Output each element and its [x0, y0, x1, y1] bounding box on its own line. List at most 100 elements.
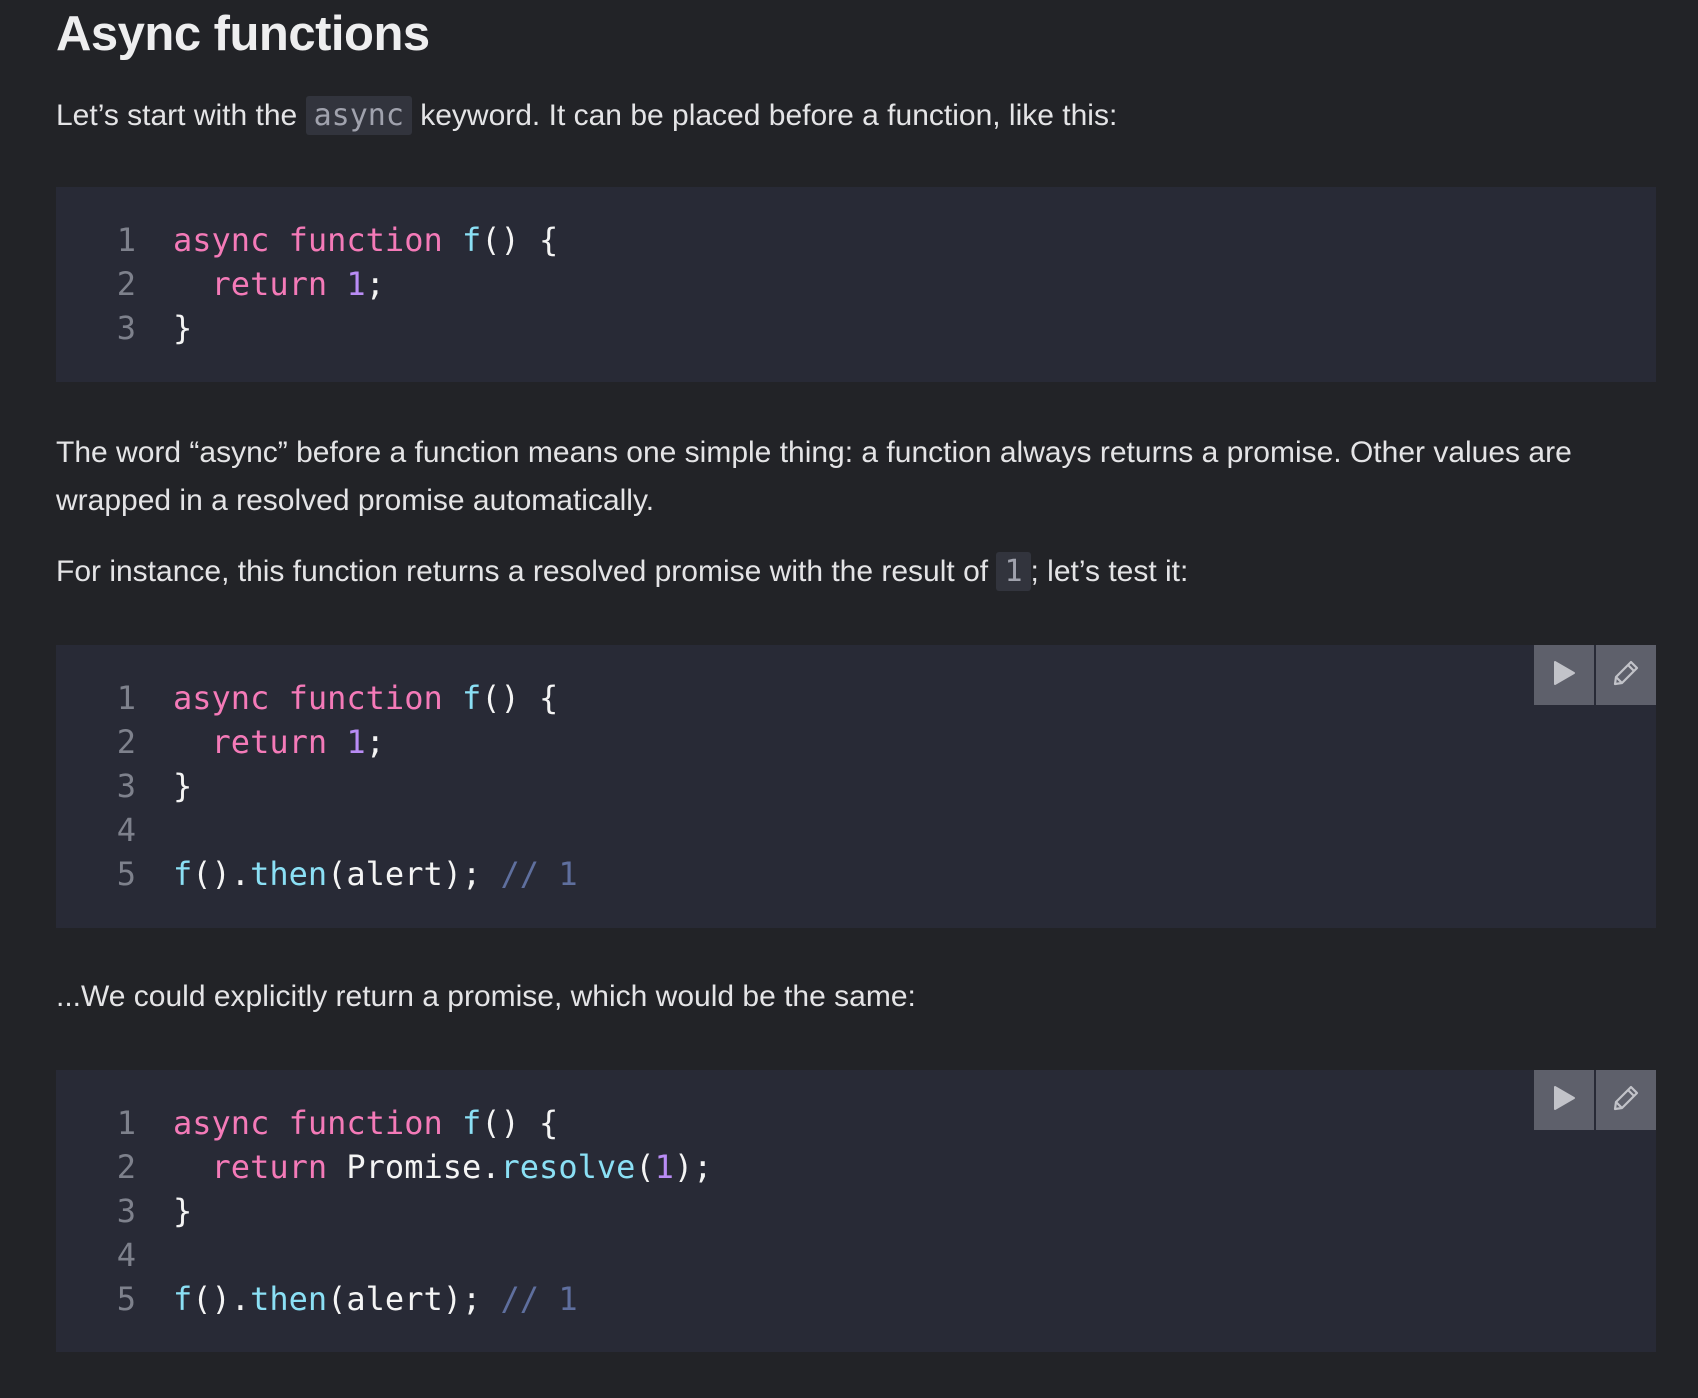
line-number: 2: [116, 723, 136, 761]
line-number: 3: [116, 309, 136, 347]
code-text: f().then(alert); // 1: [173, 1277, 578, 1321]
code-token-keyword: return: [211, 265, 347, 303]
code-token-func: f: [173, 855, 193, 893]
code-token-plain: }: [173, 767, 193, 805]
code-token-func: f: [173, 1280, 193, 1318]
page-title: Async functions: [56, 7, 430, 61]
line-number: 3: [116, 767, 136, 805]
code-token-number: 1: [346, 723, 366, 761]
code-line: 5 f().then(alert); // 1: [56, 852, 1656, 896]
line-number: 1: [116, 1104, 136, 1142]
code-line: 2 return 1;: [56, 262, 1656, 306]
code-token-plain: ;: [365, 265, 385, 303]
code-token-plain: (: [635, 1148, 655, 1186]
code-token-plain: () {: [481, 1104, 559, 1142]
text: For instance, this function returns a re…: [56, 555, 997, 588]
inline-code-1: 1: [996, 552, 1031, 591]
code-text: }: [173, 764, 192, 808]
code-token-plain: ().: [192, 1280, 251, 1318]
code-token-func: resolve: [500, 1148, 636, 1186]
pencil-icon: [1612, 659, 1640, 692]
line-number: 2: [116, 1148, 136, 1186]
code-text: async function f() {: [173, 218, 558, 262]
code-token-number: 1: [654, 1148, 674, 1186]
code-text: return 1;: [173, 720, 385, 764]
code-line: 2 return Promise.resolve(1);: [56, 1145, 1656, 1189]
instance-paragraph: For instance, this function returns a re…: [56, 548, 1658, 596]
intro-paragraph: Let’s start with the async keyword. It c…: [56, 92, 1658, 140]
code-token-plain: );: [673, 1148, 713, 1186]
line-number: 4: [116, 811, 136, 849]
edit-button[interactable]: [1596, 1070, 1656, 1130]
code-token-func: then: [250, 855, 328, 893]
play-icon: [1551, 659, 1577, 692]
code-line: 3}: [56, 306, 1656, 350]
code-line: 4: [56, 808, 1656, 852]
code-line: 3}: [56, 764, 1656, 808]
code-token-plain: }: [173, 1192, 193, 1230]
text: keyword. It can be placed before a funct…: [411, 99, 1118, 132]
run-button[interactable]: [1534, 645, 1594, 705]
code-token-func: f: [461, 221, 482, 259]
code-token-plain: (alert);: [327, 1280, 501, 1318]
code-line: 3}: [56, 1189, 1656, 1233]
code-token-comment: // 1: [500, 1280, 578, 1318]
code-text: return 1;: [173, 262, 385, 306]
play-icon: [1551, 1084, 1577, 1117]
code-token-plain: Promise.: [346, 1148, 501, 1186]
code-token-keyword: function: [288, 1104, 462, 1142]
code-text: }: [173, 306, 192, 350]
code-token-plain: (alert);: [327, 855, 501, 893]
code-token-func: f: [461, 679, 482, 717]
code-text: }: [173, 1189, 192, 1233]
code-text: async function f() {: [173, 676, 558, 720]
code-token-plain: ().: [192, 855, 251, 893]
code-token-plain: () {: [481, 221, 559, 259]
code-token-plain: ;: [365, 723, 385, 761]
line-number: 5: [116, 855, 136, 893]
text: Let’s start with the: [56, 99, 306, 132]
code-token-keyword: function: [288, 221, 462, 259]
code-line: 5 f().then(alert); // 1: [56, 1277, 1656, 1321]
line-number: 1: [116, 679, 136, 717]
code-token-keyword: function: [288, 679, 462, 717]
code-token-number: 1: [346, 265, 366, 303]
code-line: 2 return 1;: [56, 720, 1656, 764]
code-text: async function f() {: [173, 1101, 558, 1145]
code-token-keyword: return: [211, 723, 347, 761]
pencil-icon: [1612, 1084, 1640, 1117]
code-lines: 1 async function f() {2 return Promise.re…: [56, 1101, 1656, 1321]
code-block-2: 1 async function f() {2 return 1; 3} 4 5 f().…: [56, 645, 1656, 928]
code-block-1: 1 async function f() {2 return 1; 3}: [56, 187, 1656, 382]
line-number: 2: [116, 265, 136, 303]
line-number: 5: [116, 1280, 136, 1318]
run-button[interactable]: [1534, 1070, 1594, 1130]
inline-code-async: async: [305, 96, 412, 135]
code-token-keyword: async: [173, 221, 289, 259]
line-number: 1: [116, 221, 136, 259]
code-line: 1 async function f() {: [56, 1101, 1656, 1145]
line-number: 4: [116, 1236, 136, 1274]
code-block-3: 1 async function f() {2 return Promise.re…: [56, 1070, 1656, 1352]
code-line: 4: [56, 1233, 1656, 1277]
explicit-promise-paragraph: ...We could explicitly return a promise,…: [56, 980, 916, 1013]
async-explanation-paragraph: The word “async” before a function means…: [56, 436, 1572, 517]
code-lines: 1 async function f() {2 return 1; 3}: [56, 218, 1656, 350]
line-number: 3: [116, 1192, 136, 1230]
code-token-plain: () {: [481, 679, 559, 717]
code-token-keyword: return: [211, 1148, 347, 1186]
text: ; let’s test it:: [1030, 555, 1189, 588]
code-line: 1 async function f() {: [56, 218, 1656, 262]
code-text: f().then(alert); // 1: [173, 852, 578, 896]
code-lines: 1 async function f() {2 return 1; 3} 4 5 f().…: [56, 676, 1656, 896]
code-token-keyword: async: [173, 1104, 289, 1142]
edit-button[interactable]: [1596, 645, 1656, 705]
code-token-keyword: async: [173, 679, 289, 717]
code-token-func: then: [250, 1280, 328, 1318]
code-text: return Promise.resolve(1);: [173, 1145, 713, 1189]
code-line: 1 async function f() {: [56, 676, 1656, 720]
code-token-comment: // 1: [500, 855, 578, 893]
